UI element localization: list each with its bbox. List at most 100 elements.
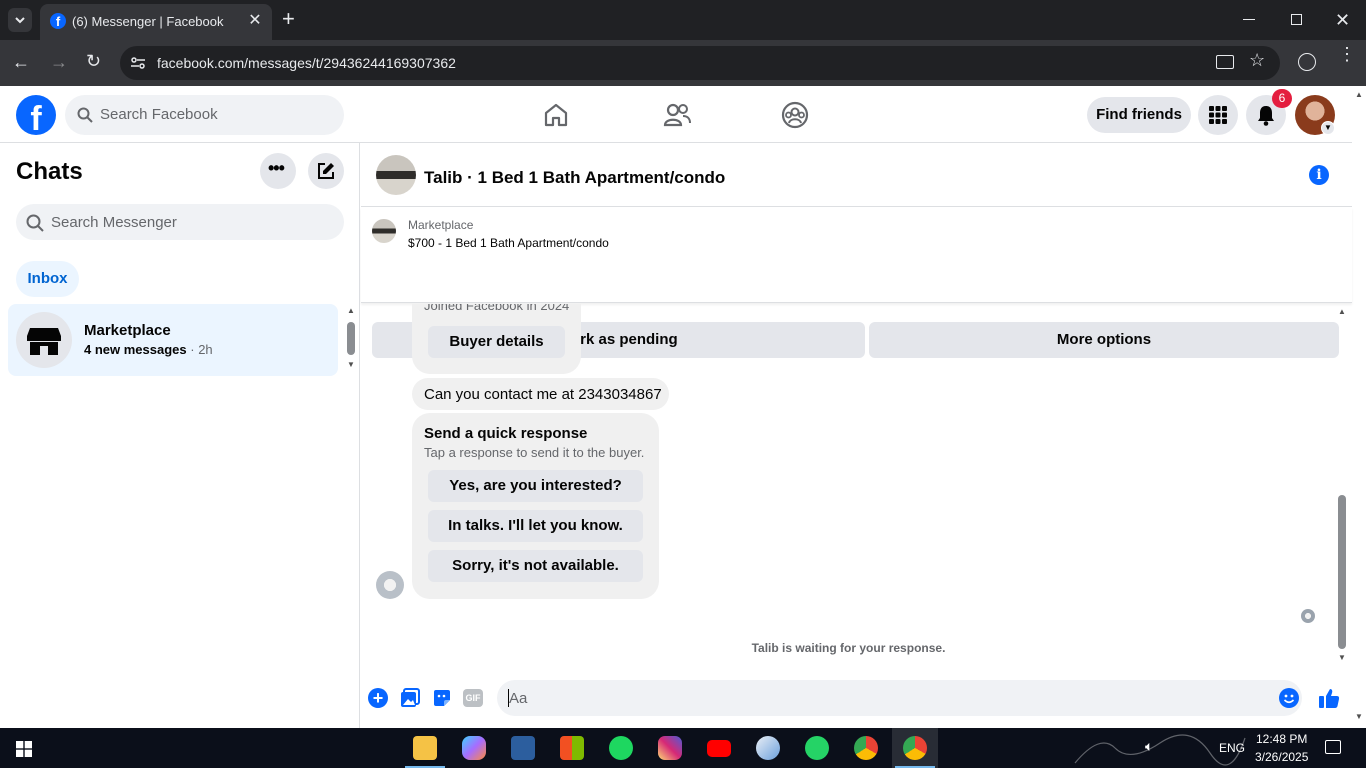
listing-banner: Marketplace $700 - 1 Bed 1 Bath Apartmen… [361,207,1352,358]
copilot-icon[interactable] [462,736,486,760]
bell-icon [1256,104,1276,126]
messenger-search-input[interactable]: Search Messenger [16,204,344,240]
chat-list-item[interactable]: Marketplace 4 new messages · 2h [8,304,338,376]
account-chevron-icon[interactable]: ▼ [1321,121,1335,135]
listing-title[interactable]: $700 - 1 Bed 1 Bath Apartment/condo [408,236,609,250]
inbox-tab[interactable]: Inbox [16,261,79,297]
emoji-icon[interactable] [1279,688,1299,708]
inbox-label: Inbox [27,270,68,287]
minimize-icon[interactable] [1243,19,1255,20]
marketplace-store-icon [16,312,72,368]
groups-icon[interactable] [781,101,809,129]
facebook-logo-icon[interactable]: f [16,95,56,135]
address-bar[interactable]: facebook.com/messages/t/2943624416930736… [120,46,1280,80]
close-tab-icon[interactable]: ✕ [246,12,264,30]
scroll-up-icon[interactable]: ▲ [347,306,355,315]
quick-response-title: Send a quick response [424,425,588,442]
thread-scroll-down-icon[interactable]: ▼ [1338,653,1346,662]
back-icon[interactable]: ← [12,52,30,73]
youtube-icon[interactable] [707,740,731,757]
chrome-profile-icon [903,736,927,760]
chat-name: Marketplace [84,322,171,339]
bookmark-star-icon[interactable]: ☆ [1249,50,1265,71]
paint-icon[interactable] [756,736,780,760]
scroll-down-icon[interactable]: ▼ [347,360,355,369]
thread-scrollbar[interactable]: ▲ ▼ [1335,307,1349,667]
notification-center-icon[interactable] [1325,740,1341,754]
sender-avatar[interactable] [376,571,404,599]
more-actions-icon[interactable]: + [368,688,388,708]
messenger-search-placeholder: Search Messenger [51,214,177,231]
quick-response-option[interactable]: Yes, are you interested? [428,470,643,502]
facebook-favicon-icon: f [50,13,66,29]
spotify-icon[interactable] [609,736,633,760]
buyer-details-button[interactable]: Buyer details [428,326,565,358]
facebook-search-input[interactable]: Search Facebook [65,95,344,135]
compose-icon [317,162,335,180]
message-input[interactable]: Aa [497,680,1302,716]
notifications-button[interactable]: 6 [1246,89,1292,135]
clock-time[interactable]: 12:48 PM [1256,732,1307,746]
quick-response-card: Send a quick response Tap a response to … [412,413,659,599]
scroll-thumb[interactable] [347,322,355,355]
thumbs-up-icon[interactable] [1318,687,1340,709]
url-text: facebook.com/messages/t/2943624416930736… [157,55,456,71]
clock-date[interactable]: 3/26/2025 [1255,750,1308,764]
microsoft-store-icon[interactable] [560,736,584,760]
page-scrollbar[interactable]: ▲ ▼ [1352,86,1366,728]
page-scroll-up-icon[interactable]: ▲ [1355,90,1363,99]
new-tab-icon[interactable]: + [282,8,302,32]
attach-photo-icon[interactable] [400,688,420,708]
windows-taskbar: 🔈︎ ENG 12:48 PM 3/26/2025 [0,728,1366,768]
message-input-placeholder: Aa [509,690,528,707]
grid-icon [1209,106,1227,124]
conversation-title[interactable]: Talib · 1 Bed 1 Bath Apartment/condo [424,168,725,188]
restore-icon[interactable] [1291,14,1302,25]
active-app-highlight[interactable] [892,728,938,768]
windows-start-icon[interactable] [16,741,32,757]
quick-response-option[interactable]: In talks. I'll let you know. [428,510,643,542]
photoshop-icon[interactable] [511,736,535,760]
friends-icon[interactable] [663,102,691,128]
install-app-icon[interactable] [1216,55,1234,69]
menu-grid-button[interactable] [1198,95,1238,135]
quick-response-option[interactable]: Sorry, it's not available. [428,550,643,582]
facebook-header: f Search Facebook Find friends 6 ▼ [0,86,1352,143]
message-text: Can you contact me at 2343034867 [424,386,662,403]
info-icon[interactable]: i [1309,165,1329,185]
find-friends-label: Find friends [1096,106,1182,123]
gif-icon[interactable]: GIF [463,689,483,707]
volume-icon[interactable]: 🔈︎ [1145,738,1153,755]
language-indicator[interactable]: ENG [1219,741,1245,755]
find-friends-button[interactable]: Find friends [1087,97,1191,133]
chat-preview: 4 new messages [84,342,187,357]
file-explorer-icon[interactable] [413,736,437,760]
listing-thumbnail[interactable] [372,219,396,243]
reload-icon[interactable]: ↻ [86,51,101,72]
tab-title: (6) Messenger | Facebook [72,14,224,29]
message-bubble[interactable]: Can you contact me at 2343034867 [412,378,669,410]
conversation-header: Talib · 1 Bed 1 Bath Apartment/condo i [361,143,1352,207]
profile-icon[interactable] [1298,53,1316,71]
thread-scroll-up-icon[interactable]: ▲ [1338,307,1346,316]
notification-count: 6 [1278,91,1286,105]
new-message-button[interactable] [308,153,344,189]
chrome-menu-icon[interactable]: ⋮ [1338,45,1356,63]
waiting-text: Talib is waiting for your response. [751,641,946,655]
page-scroll-down-icon[interactable]: ▼ [1355,712,1363,721]
listing-avatar[interactable] [376,155,416,195]
sticker-icon[interactable] [432,688,452,708]
thread-scroll-thumb[interactable] [1338,495,1346,649]
home-icon[interactable] [543,102,569,128]
tab-search-button[interactable] [8,8,32,32]
site-info-icon[interactable] [130,55,146,71]
browser-tab[interactable]: f (6) Messenger | Facebook ✕ [40,4,272,40]
instagram-icon[interactable] [658,736,682,760]
close-window-icon[interactable]: ✕ [1335,10,1350,31]
forward-icon[interactable]: → [50,52,68,73]
chat-preview-row: 4 new messages · 2h [84,342,213,357]
whatsapp-icon[interactable] [805,736,829,760]
chat-list-scrollbar[interactable]: ▲ ▼ [344,306,358,372]
chat-options-button[interactable]: ••• [260,153,296,189]
chrome-icon[interactable] [854,736,878,760]
